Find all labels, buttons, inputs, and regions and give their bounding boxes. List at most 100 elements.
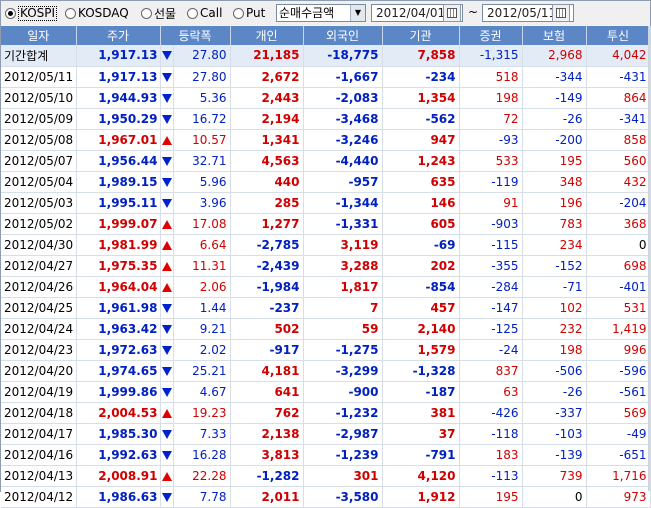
cell-foreign: -3,299 [303, 360, 383, 382]
radio-call-dot[interactable] [187, 7, 198, 19]
table-row[interactable]: 2012/04/27 1,975.35 11.31 -2,439 3,288 202 -35… [1, 255, 651, 277]
cell-foreign: -1,275 [303, 339, 383, 361]
cell-direction [160, 339, 174, 361]
table-row[interactable]: 2012/04/13 2,008.91 22.28 -1,282 301 4,120 -11… [1, 465, 651, 487]
metric-select[interactable]: 순매수금액 ▼ [276, 4, 366, 22]
col-trust[interactable]: 투신 [586, 26, 651, 45]
cell-trust: 698 [586, 255, 651, 277]
cell-change: 11.31 [173, 255, 231, 277]
cell-institution: -69 [382, 234, 460, 256]
down-triangle-icon [161, 177, 172, 187]
cell-price: 1,917.13 [76, 45, 161, 67]
table-row[interactable]: 2012/05/07 1,956.44 32.71 4,563 -4,440 1,243 5… [1, 150, 651, 172]
col-institution[interactable]: 기관 [382, 26, 460, 45]
radio-call[interactable]: Call [187, 5, 222, 21]
cell-change: 22.28 [173, 465, 231, 487]
radio-kosdaq[interactable]: KOSDAQ [65, 5, 129, 21]
cell-direction [160, 129, 174, 151]
down-triangle-icon [161, 156, 172, 166]
cell-price: 1,944.93 [76, 87, 161, 109]
col-change[interactable]: 등락폭 [160, 26, 231, 45]
cell-foreign: 3,288 [303, 255, 383, 277]
cell-foreign: -957 [303, 171, 383, 193]
summary-row[interactable]: 기간합계 1,917.13 27.80 21,185 -18,775 7,858 -1,31… [1, 45, 651, 67]
cell-institution: 947 [382, 129, 460, 151]
table-row[interactable]: 2012/05/02 1,999.07 17.08 1,277 -1,331 605 -90… [1, 213, 651, 235]
table-row[interactable]: 2012/04/19 1,999.86 4.67 641 -900 -187 63 -26 -5… [1, 381, 651, 403]
cell-foreign: -18,775 [303, 45, 383, 67]
radio-put[interactable]: Put [233, 5, 265, 21]
down-triangle-icon [161, 450, 172, 460]
table-row[interactable]: 2012/05/10 1,944.93 5.36 2,443 -2,083 1,354 19… [1, 87, 651, 109]
radio-kospi-dot[interactable] [5, 7, 16, 19]
cell-insurance: 739 [522, 465, 587, 487]
cell-trust: 432 [586, 171, 651, 193]
table-row[interactable]: 2012/05/11 1,917.13 27.80 2,672 -1,667 -234 51… [1, 66, 651, 88]
cell-institution: -791 [382, 444, 460, 466]
cell-price: 2,004.53 [76, 402, 161, 424]
chevron-down-icon[interactable]: ▼ [350, 5, 365, 21]
table-row[interactable]: 2012/04/23 1,972.63 2.02 -917 -1,275 1,579 -24… [1, 339, 651, 361]
table-row[interactable]: 2012/04/17 1,985.30 7.33 2,138 -2,987 37 -118-… [1, 423, 651, 445]
col-insurance[interactable]: 보험 [522, 26, 587, 45]
cell-change: 19.23 [173, 402, 231, 424]
table-row[interactable]: 2012/05/08 1,967.01 10.57 1,341 -3,246 947 -93… [1, 129, 651, 151]
cell-institution: 4,120 [382, 465, 460, 487]
cell-individual: -2,785 [230, 234, 304, 256]
cell-foreign: 59 [303, 318, 383, 340]
cell-trust: 0 [586, 234, 651, 256]
radio-futures-dot[interactable] [141, 7, 152, 19]
cell-foreign: -2,987 [303, 423, 383, 445]
cell-direction [160, 171, 174, 193]
cell-direction [160, 255, 174, 277]
radio-kospi[interactable]: KOSPI [5, 5, 58, 21]
cell-insurance: -152 [522, 255, 587, 277]
radio-put-dot[interactable] [233, 7, 244, 19]
cell-institution: 146 [382, 192, 460, 214]
cell-date: 2012/04/12 [1, 486, 77, 508]
table-row[interactable]: 2012/04/16 1,992.63 16.28 3,813 -1,239 -791 18… [1, 444, 651, 466]
col-price[interactable]: 주가 [76, 26, 161, 45]
radio-kosdaq-dot[interactable] [65, 7, 76, 19]
cell-insurance: 234 [522, 234, 587, 256]
col-foreign[interactable]: 외국인 [303, 26, 383, 45]
calendar-icon [447, 8, 457, 18]
cell-securities: -1,315 [459, 45, 523, 67]
cell-individual: -917 [230, 339, 304, 361]
calendar-from-button[interactable] [443, 4, 461, 22]
cell-securities: -147 [459, 297, 523, 319]
cell-individual: -237 [230, 297, 304, 319]
cell-change: 2.06 [173, 276, 231, 298]
table-row[interactable]: 2012/04/24 1,963.42 9.21 502 59 2,140 -125 232 1… [1, 318, 651, 340]
col-date[interactable]: 일자 [1, 26, 77, 45]
up-triangle-icon [161, 135, 172, 145]
table-row[interactable]: 2012/04/12 1,986.63 7.78 2,011 -3,580 1,912 19… [1, 486, 651, 508]
cell-price: 1,999.86 [76, 381, 161, 403]
table-row[interactable]: 2012/04/26 1,964.04 2.06 -1,984 1,817 -854 -28… [1, 276, 651, 298]
down-triangle-icon [161, 492, 172, 502]
radio-futures[interactable]: 선물 [141, 5, 176, 21]
cell-individual: 2,443 [230, 87, 304, 109]
table-row[interactable]: 2012/04/20 1,974.65 25.21 4,181 -3,299 -1,328… [1, 360, 651, 382]
table-row[interactable]: 2012/04/18 2,004.53 19.23 762 -1,232 381 -426-… [1, 402, 651, 424]
cell-institution: 37 [382, 423, 460, 445]
up-triangle-icon [161, 282, 172, 292]
cell-institution: -1,328 [382, 360, 460, 382]
radio-kospi-label: KOSPI [18, 5, 58, 21]
cell-price: 1,974.65 [76, 360, 161, 382]
cell-date: 2012/04/24 [1, 318, 77, 340]
table-row[interactable]: 2012/05/04 1,989.15 5.96 440 -957 635 -119 348 4… [1, 171, 651, 193]
col-securities[interactable]: 증권 [459, 26, 523, 45]
table-row[interactable]: 2012/05/09 1,950.29 16.72 2,194 -3,468 -562 72… [1, 108, 651, 130]
investor-table: 일자 주가 등락폭 개인 외국인 기관 증권 보험 투신 기간합계 1,917.1… [1, 26, 651, 508]
col-individual[interactable]: 개인 [230, 26, 304, 45]
table-row[interactable]: 2012/05/03 1,995.11 3.96 285 -1,344 146 91 196-… [1, 192, 651, 214]
cell-institution: 1,912 [382, 486, 460, 508]
cell-insurance: -337 [522, 402, 587, 424]
calendar-to-button[interactable] [552, 4, 570, 22]
cell-individual: 1,277 [230, 213, 304, 235]
cell-securities: -24 [459, 339, 523, 361]
cell-securities: 518 [459, 66, 523, 88]
table-row[interactable]: 2012/04/30 1,981.99 6.64 -2,785 3,119 -69 -115… [1, 234, 651, 256]
table-row[interactable]: 2012/04/25 1,961.98 1.44 -237 7 457 -147 102 531 [1, 297, 651, 319]
